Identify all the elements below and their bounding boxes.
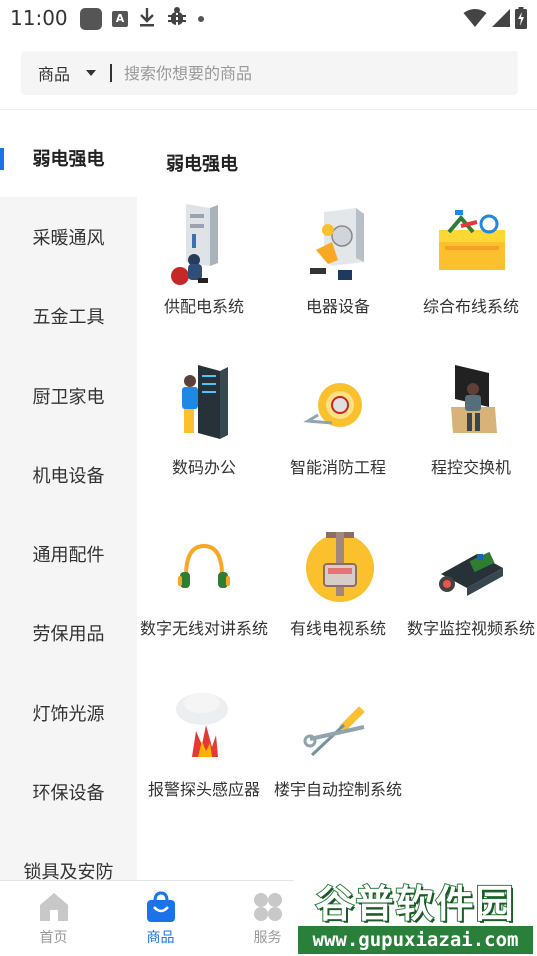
sidebar-item-locks-security[interactable]: 锁具及安防 — [0, 832, 137, 880]
status-notification-icons: A — [80, 6, 204, 32]
search-category-select[interactable]: 商品 — [21, 51, 97, 95]
sidebar-item-electromechanical[interactable]: 机电设备 — [0, 435, 137, 514]
search-category-label: 商品 — [38, 65, 71, 84]
subcategory-item[interactable]: 电器设备 — [271, 196, 405, 357]
electrical-equipment-worker-icon — [295, 202, 381, 288]
subcategory-label: 综合布线系统 — [422, 297, 519, 316]
a-badge-icon: A — [112, 11, 128, 27]
signal-icon — [492, 9, 510, 27]
subcategory-label: 报警探头感应器 — [147, 780, 260, 799]
subcategory-label: 数字无线对讲系统 — [139, 619, 268, 638]
sidebar-item-hardware-tools[interactable]: 五金工具 — [0, 277, 137, 356]
search-input[interactable] — [124, 63, 455, 83]
status-bar: 11:00 A — [0, 0, 537, 38]
tab-home[interactable]: 首页 — [0, 881, 107, 956]
subcategory-item[interactable]: 供配电系统 — [137, 196, 271, 357]
sidebar-item-label: 灯饰光源 — [32, 703, 105, 725]
sidebar-item-label: 劳保用品 — [32, 624, 105, 646]
power-cabinet-worker-icon — [161, 202, 247, 288]
switchboard-operator-icon — [428, 363, 514, 449]
status-time: 11:00 — [10, 6, 68, 30]
sidebar-item-label: 锁具及安防 — [23, 862, 114, 880]
screwdriver-wrench-icon — [295, 685, 381, 771]
sidebar-item-general-parts[interactable]: 通用配件 — [0, 514, 137, 593]
sidebar-item-weak-strong-current[interactable]: 弱电强电 — [0, 118, 137, 198]
sidebar-item-label: 采暖通风 — [32, 227, 105, 249]
subcategory-item[interactable]: 数字无线对讲系统 — [137, 518, 271, 679]
category-content: 弱电强电 供配电系统 电器设备 综合布线系统 数码办公 智能消防工程 程控交换机… — [137, 118, 537, 880]
subcategory-grid: 供配电系统 电器设备 综合布线系统 数码办公 智能消防工程 程控交换机 数字无线… — [137, 196, 537, 840]
app-square-icon — [80, 8, 102, 30]
watermark-url: www.gupuxiazai.com — [298, 926, 533, 954]
search-divider — [110, 64, 113, 82]
subcategory-item[interactable]: 有线电视系统 — [271, 518, 405, 679]
subcategory-item[interactable]: 智能消防工程 — [271, 357, 405, 518]
sidebar-item-environmental[interactable]: 环保设备 — [0, 752, 137, 831]
smoke-fire-alarm-icon — [161, 685, 247, 771]
fire-hose-reel-icon — [295, 363, 381, 449]
active-indicator — [0, 148, 4, 170]
services-grid-icon — [253, 893, 282, 921]
category-sidebar: 弱电强电 采暖通风 五金工具 厨卫家电 机电设备 通用配件 劳保用品 灯饰光源 … — [0, 118, 137, 880]
sidebar-item-label: 环保设备 — [32, 783, 105, 805]
watermark-logo: 谷普软件园 www.gupuxiazai.com — [294, 872, 537, 956]
headphones-icon — [161, 524, 247, 610]
server-rack-operator-icon — [161, 363, 247, 449]
home-icon — [39, 893, 68, 921]
tab-products[interactable]: 商品 — [107, 881, 214, 956]
subcategory-label: 供配电系统 — [163, 297, 244, 316]
subcategory-item[interactable]: 程控交换机 — [405, 357, 537, 518]
sidebar-item-hvac[interactable]: 采暖通风 — [0, 197, 137, 276]
cabling-toolbox-icon — [428, 202, 514, 288]
subcategory-item[interactable]: 综合布线系统 — [405, 196, 537, 357]
status-system-icons — [463, 7, 527, 29]
sidebar-item-label: 机电设备 — [32, 465, 105, 487]
subcategory-label: 有线电视系统 — [289, 619, 386, 638]
wifi-icon — [463, 9, 487, 27]
sidebar-item-lighting[interactable]: 灯饰光源 — [0, 673, 137, 752]
subcategory-label: 智能消防工程 — [289, 458, 386, 477]
battery-charging-icon — [515, 7, 527, 29]
tab-label: 服务 — [253, 930, 282, 946]
subcategory-label: 电器设备 — [305, 297, 370, 316]
surveillance-camera-icon — [428, 524, 514, 610]
sidebar-item-label: 厨卫家电 — [32, 386, 105, 408]
subcategory-label: 数码办公 — [171, 458, 236, 477]
watermark-title: 谷普软件园 — [314, 881, 516, 927]
search-bar-area: 商品 — [0, 38, 537, 110]
sidebar-item-label: 弱电强电 — [32, 148, 105, 170]
download-icon — [138, 7, 156, 31]
sidebar-item-labor-protection[interactable]: 劳保用品 — [0, 594, 137, 673]
sidebar-item-label: 五金工具 — [32, 307, 105, 329]
subcategory-item[interactable]: 数字监控视频系统 — [405, 518, 537, 679]
subcategory-label: 程控交换机 — [430, 458, 511, 477]
section-title: 弱电强电 — [166, 154, 238, 175]
tab-label: 首页 — [39, 930, 68, 946]
subcategory-item[interactable]: 数码办公 — [137, 357, 271, 518]
cable-tv-tower-icon — [295, 524, 381, 610]
sidebar-item-label: 通用配件 — [32, 545, 105, 567]
sidebar-item-kitchen-bath[interactable]: 厨卫家电 — [0, 356, 137, 435]
dot-icon — [198, 16, 204, 22]
search-box: 商品 — [21, 51, 518, 95]
subcategory-label: 楼宇自动控制系统 — [273, 780, 402, 799]
subcategory-item[interactable]: 楼宇自动控制系统 — [271, 679, 405, 840]
subcategory-label: 数字监控视频系统 — [406, 619, 535, 638]
shopping-bag-icon — [146, 891, 175, 922]
bug-icon — [166, 6, 188, 32]
subcategory-item[interactable]: 报警探头感应器 — [137, 679, 271, 840]
caret-down-icon — [86, 70, 97, 76]
tab-label: 商品 — [146, 930, 175, 946]
